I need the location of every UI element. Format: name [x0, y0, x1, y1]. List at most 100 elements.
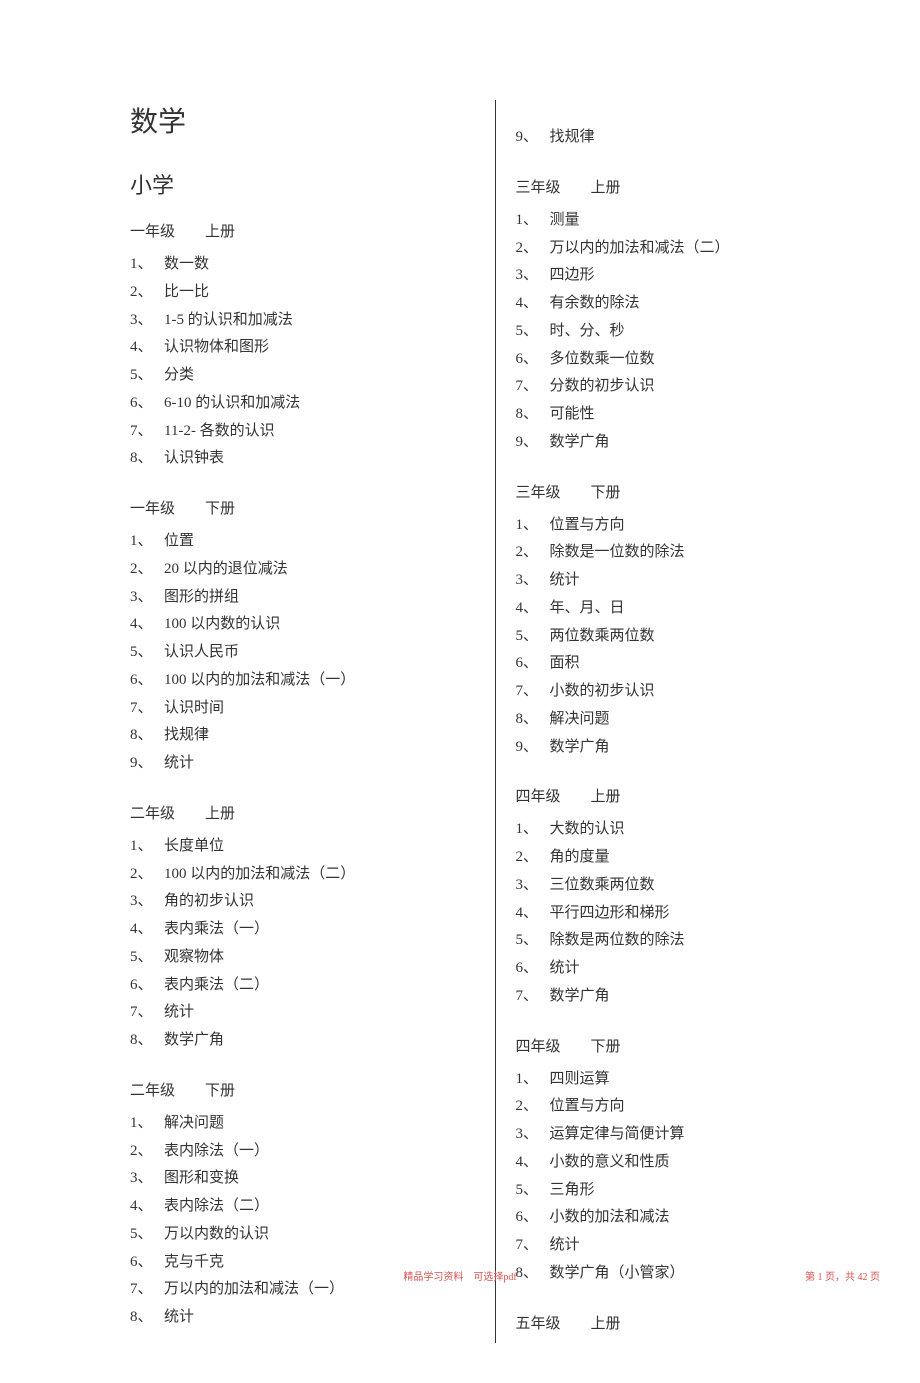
item-text: 表内乘法（一）	[164, 916, 269, 944]
item-text: 运算定律与简便计算	[550, 1121, 685, 1149]
list-item: 2、表内除法（一）	[130, 1138, 475, 1166]
list-item: 5、时、分、秒	[516, 318, 861, 346]
item-text: 数学广角	[164, 1027, 224, 1055]
list-item: 6、面积	[516, 650, 861, 678]
item-number: 7、	[516, 983, 550, 1011]
item-number: 1、	[516, 207, 550, 235]
item-text: 三位数乘两位数	[550, 872, 655, 900]
item-text: 找规律	[550, 124, 595, 152]
list-item: 8、统计	[130, 1304, 475, 1332]
item-number: 8、	[130, 1304, 164, 1332]
item-text: 可能性	[550, 401, 595, 429]
item-number: 5、	[130, 639, 164, 667]
list-item: 1、位置	[130, 528, 475, 556]
item-number: 2、	[130, 556, 164, 584]
item-text: 认识钟表	[164, 445, 224, 473]
list-item: 9、数学广角	[516, 734, 861, 762]
item-text: 位置与方向	[550, 1093, 625, 1121]
item-text: 图形的拼组	[164, 584, 239, 612]
item-text: 表内除法（一）	[164, 1138, 269, 1166]
item-number: 8、	[130, 445, 164, 473]
list-item: 7、认识时间	[130, 695, 475, 723]
item-number: 3、	[516, 872, 550, 900]
list-item: 9、数学广角	[516, 429, 861, 457]
item-number: 6、	[130, 390, 164, 418]
item-text: 有余数的除法	[550, 290, 640, 318]
item-text: 面积	[550, 650, 580, 678]
list-item: 5、认识人民币	[130, 639, 475, 667]
item-text: 两位数乘两位数	[550, 623, 655, 651]
list-item: 4、平行四边形和梯形	[516, 900, 861, 928]
list-item: 1、大数的认识	[516, 816, 861, 844]
item-text: 比一比	[164, 279, 209, 307]
item-text: 除数是两位数的除法	[550, 927, 685, 955]
list-item: 7、统计	[516, 1232, 861, 1260]
item-text: 小数的意义和性质	[550, 1149, 670, 1177]
item-text: 统计	[550, 955, 580, 983]
item-number: 8、	[516, 1260, 550, 1288]
item-text: 表内除法（二）	[164, 1193, 269, 1221]
item-number: 1、	[516, 512, 550, 540]
item-text: 解决问题	[550, 706, 610, 734]
item-text: 统计	[164, 750, 194, 778]
list-item: 6、表内乘法（二）	[130, 972, 475, 1000]
item-number: 5、	[516, 1177, 550, 1205]
item-text: 万以内的加法和减法（一）	[164, 1276, 344, 1304]
item-text: 认识时间	[164, 695, 224, 723]
item-text: 100 以内数的认识	[164, 611, 280, 639]
item-text: 统计	[164, 1304, 194, 1332]
item-text: 统计	[550, 567, 580, 595]
item-text: 位置与方向	[550, 512, 625, 540]
item-number: 5、	[516, 927, 550, 955]
list-item: 2、万以内的加法和减法（二）	[516, 235, 861, 263]
document-page: 数学 小学 一年级 上册 1、数一数 2、比一比 3、1-5 的认识和加减法 4…	[0, 0, 920, 1383]
item-text: 位置	[164, 528, 194, 556]
item-text: 图形和变换	[164, 1165, 239, 1193]
list-item: 3、图形的拼组	[130, 584, 475, 612]
item-number: 6、	[130, 667, 164, 695]
item-text: 表内乘法（二）	[164, 972, 269, 1000]
list-item: 3、统计	[516, 567, 861, 595]
list-item: 1、位置与方向	[516, 512, 861, 540]
item-number: 1、	[130, 833, 164, 861]
list-item: 3、图形和变换	[130, 1165, 475, 1193]
two-column-layout: 数学 小学 一年级 上册 1、数一数 2、比一比 3、1-5 的认识和加减法 4…	[130, 100, 860, 1343]
item-text: 数学广角	[550, 734, 610, 762]
list-item: 1、数一数	[130, 251, 475, 279]
item-number: 5、	[516, 318, 550, 346]
list-item: 4、有余数的除法	[516, 290, 861, 318]
section-header: 五年级 上册	[516, 1312, 861, 1333]
list-item: 7、统计	[130, 999, 475, 1027]
footer-page-number: 第 1 页，共 42 页	[805, 1268, 880, 1283]
item-number: 9、	[516, 429, 550, 457]
list-item: 5、三角形	[516, 1177, 861, 1205]
item-text: 四边形	[550, 262, 595, 290]
item-text: 20 以内的退位减法	[164, 556, 288, 584]
item-text: 认识人民币	[164, 639, 239, 667]
item-number: 5、	[130, 1221, 164, 1249]
item-number: 8、	[130, 722, 164, 750]
item-text: 观察物体	[164, 944, 224, 972]
list-item: 2、位置与方向	[516, 1093, 861, 1121]
list-item: 5、分类	[130, 362, 475, 390]
item-number: 2、	[516, 539, 550, 567]
item-number: 1、	[130, 251, 164, 279]
document-title: 数学	[130, 100, 475, 140]
list-item: 7、分数的初步认识	[516, 373, 861, 401]
item-number: 1、	[130, 528, 164, 556]
list-item: 3、三位数乘两位数	[516, 872, 861, 900]
list-item: 6、6-10 的认识和加减法	[130, 390, 475, 418]
item-text: 认识物体和图形	[164, 334, 269, 362]
section-header: 四年级 下册	[516, 1035, 861, 1056]
item-number: 5、	[130, 362, 164, 390]
item-number: 3、	[130, 584, 164, 612]
list-item: 2、角的度量	[516, 844, 861, 872]
item-number: 2、	[130, 279, 164, 307]
item-number: 6、	[130, 972, 164, 1000]
item-text: 角的度量	[550, 844, 610, 872]
item-number: 1、	[130, 1110, 164, 1138]
list-item: 4、表内乘法（一）	[130, 916, 475, 944]
list-item: 1、解决问题	[130, 1110, 475, 1138]
list-item: 8、数学广角	[130, 1027, 475, 1055]
section-header: 二年级 下册	[130, 1079, 475, 1100]
